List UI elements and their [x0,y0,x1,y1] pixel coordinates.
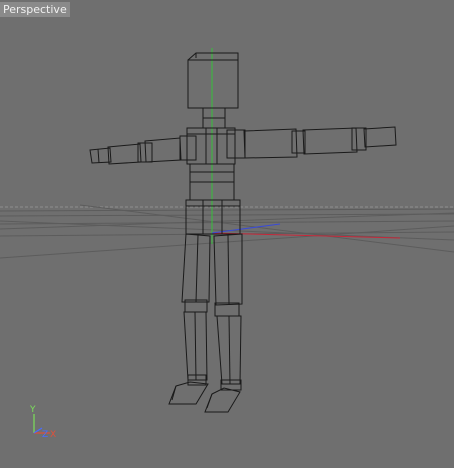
perspective-viewport[interactable]: Perspective Y Z X [0,0,454,468]
left-arm[interactable] [89,135,197,165]
neck[interactable] [202,107,226,129]
right-leg[interactable] [204,233,243,413]
right-arm[interactable] [226,126,397,159]
viewport-name-label[interactable]: Perspective [0,2,70,17]
scene-canvas[interactable] [0,0,454,468]
chest[interactable] [186,127,236,165]
head[interactable] [187,52,239,109]
left-leg[interactable] [168,233,211,405]
